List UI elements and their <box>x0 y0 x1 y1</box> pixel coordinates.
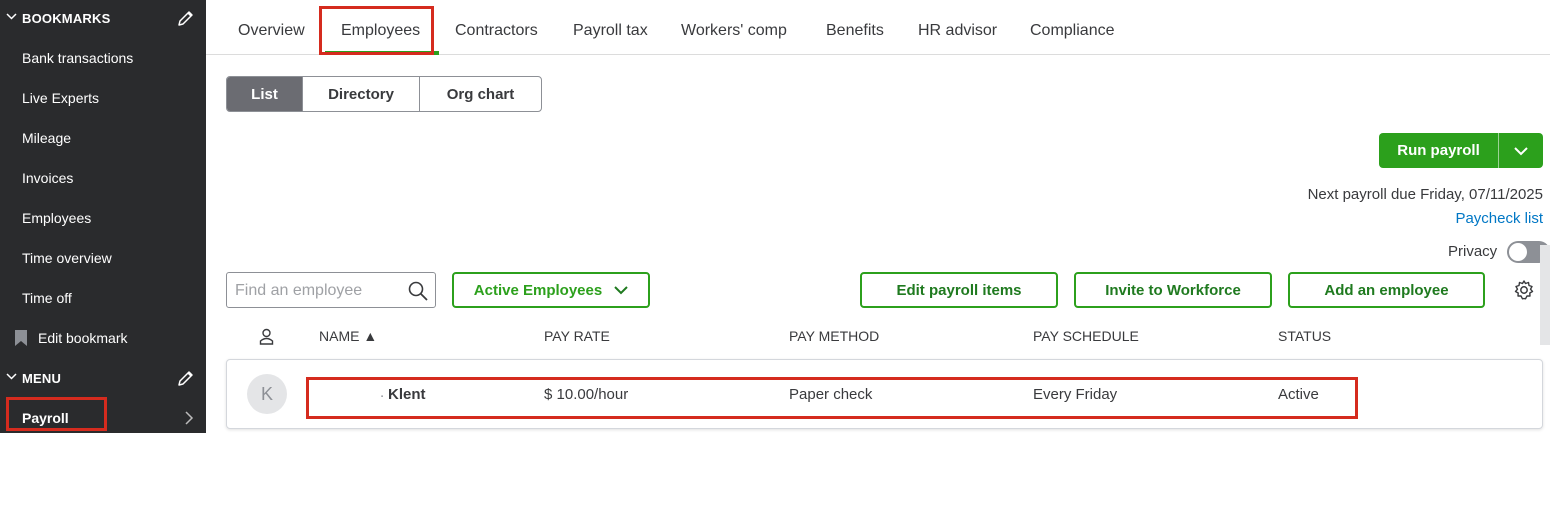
edit-bookmark-button[interactable]: Edit bookmark <box>0 320 206 356</box>
column-header-name[interactable]: NAME ▲ <box>319 328 377 344</box>
pay-schedule-cell: Every Friday <box>1033 386 1118 403</box>
column-header-pay-schedule[interactable]: PAY SCHEDULE <box>1033 328 1139 344</box>
invite-to-workforce-button[interactable]: Invite to Workforce <box>1074 272 1272 308</box>
tab-hr-advisor[interactable]: HR advisor <box>918 22 997 40</box>
sidebar-item-live-experts[interactable]: Live Experts <box>0 80 206 116</box>
edit-bookmarks-pencil-icon[interactable] <box>177 10 194 27</box>
sidebar-item-time-overview[interactable]: Time overview <box>0 240 206 276</box>
active-tab-indicator <box>325 51 439 55</box>
next-payroll-due-text: Next payroll due Friday, 07/11/2025 <box>1307 186 1543 203</box>
bookmarks-header: BOOKMARKS <box>22 11 111 26</box>
left-sidebar: BOOKMARKS Bank transactions Live Experts… <box>0 0 206 433</box>
add-employee-button[interactable]: Add an employee <box>1288 272 1485 308</box>
active-employees-filter[interactable]: Active Employees <box>452 272 650 308</box>
employee-search-box <box>226 272 436 308</box>
sidebar-item-employees[interactable]: Employees <box>0 200 206 236</box>
edit-menu-pencil-icon[interactable] <box>177 370 194 387</box>
tab-payroll-tax[interactable]: Payroll tax <box>573 22 648 40</box>
sidebar-item-bank-transactions[interactable]: Bank transactions <box>0 40 206 76</box>
menu-section-header[interactable]: MENU <box>0 360 206 396</box>
chevron-down-icon <box>1514 146 1528 155</box>
view-org-chart-button[interactable]: Org chart <box>420 77 541 111</box>
sidebar-item-label: Time off <box>22 290 72 306</box>
tab-contractors[interactable]: Contractors <box>455 22 538 40</box>
paycheck-list-link[interactable]: Paycheck list <box>1455 210 1543 227</box>
view-directory-button[interactable]: Directory <box>303 77 420 111</box>
chevron-down-icon <box>6 373 17 380</box>
chevron-right-icon <box>185 411 194 425</box>
edit-bookmark-label: Edit bookmark <box>38 330 128 346</box>
tab-compliance[interactable]: Compliance <box>1030 22 1114 40</box>
sidebar-item-invoices[interactable]: Invoices <box>0 160 206 196</box>
employee-name-link[interactable]: Klent <box>388 386 426 403</box>
tab-bar: Overview Employees Contractors Payroll t… <box>206 0 1550 55</box>
run-payroll-split-button: Run payroll <box>1379 133 1543 168</box>
sidebar-item-mileage[interactable]: Mileage <box>0 120 206 156</box>
bookmark-icon <box>15 330 27 346</box>
menu-header: MENU <box>22 371 62 386</box>
sidebar-item-label: Live Experts <box>22 90 100 106</box>
filter-label: Active Employees <box>473 281 603 299</box>
pay-method-cell: Paper check <box>789 386 873 403</box>
sidebar-item-label: Time overview <box>22 250 112 266</box>
tab-workers-comp[interactable]: Workers' comp <box>681 22 787 40</box>
avatar: K <box>247 374 287 414</box>
sidebar-item-payroll[interactable]: Payroll <box>0 400 206 433</box>
gear-icon[interactable] <box>1513 279 1535 301</box>
chevron-down-icon <box>614 285 628 294</box>
scrollbar[interactable] <box>1540 245 1550 345</box>
column-header-pay-method[interactable]: PAY METHOD <box>789 328 879 344</box>
column-header-pay-rate[interactable]: PAY RATE <box>544 328 610 344</box>
search-input[interactable] <box>235 281 400 301</box>
tab-overview[interactable]: Overview <box>238 22 305 40</box>
toggle-knob <box>1509 243 1527 261</box>
run-payroll-dropdown[interactable] <box>1499 133 1543 168</box>
edit-payroll-items-button[interactable]: Edit payroll items <box>860 272 1058 308</box>
status-cell: Active <box>1278 386 1319 403</box>
tab-employees[interactable]: Employees <box>341 22 420 40</box>
sidebar-item-label: Employees <box>22 210 92 226</box>
tab-benefits[interactable]: Benefits <box>826 22 884 40</box>
sidebar-item-label: Bank transactions <box>22 50 134 66</box>
sidebar-item-time-off[interactable]: Time off <box>0 280 206 316</box>
sidebar-item-label: Invoices <box>22 170 74 186</box>
bookmarks-section-header[interactable]: BOOKMARKS <box>0 0 206 36</box>
search-icon[interactable] <box>408 281 428 301</box>
view-toggle: List Directory Org chart <box>226 76 542 112</box>
privacy-label: Privacy <box>1448 243 1498 260</box>
sidebar-item-label: Payroll <box>22 410 69 426</box>
pay-rate-cell: $ 10.00/hour <box>544 386 629 403</box>
chevron-down-icon <box>6 13 17 20</box>
column-header-status[interactable]: STATUS <box>1278 328 1331 344</box>
person-icon <box>259 328 274 345</box>
view-list-button[interactable]: List <box>227 77 303 111</box>
sidebar-item-label: Mileage <box>22 130 72 146</box>
run-payroll-button[interactable]: Run payroll <box>1379 133 1499 168</box>
employee-name-prefix: . <box>380 384 385 401</box>
